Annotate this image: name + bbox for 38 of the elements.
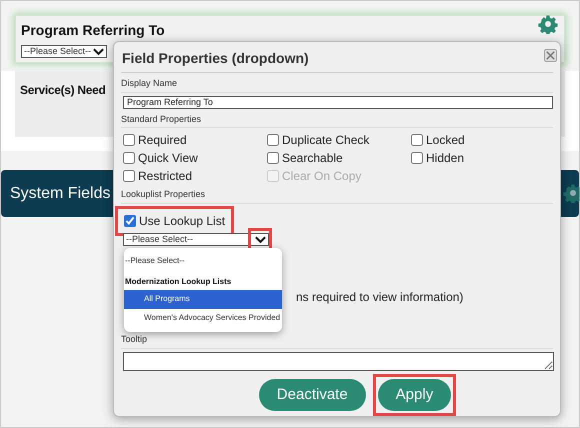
section-label: Lookuplist Properties bbox=[121, 189, 206, 200]
tooltip-field[interactable] bbox=[123, 352, 554, 371]
select-field[interactable]: --Please Select-- bbox=[21, 45, 107, 58]
close-icon[interactable] bbox=[544, 49, 557, 62]
settings-icon[interactable] bbox=[538, 14, 558, 34]
settings-icon[interactable] bbox=[563, 183, 580, 203]
checkbox[interactable] bbox=[411, 134, 423, 146]
checkbox[interactable] bbox=[123, 152, 135, 164]
dropdown-option[interactable]: All Programs bbox=[124, 290, 282, 309]
field-title: Service(s) Need bbox=[20, 82, 106, 99]
checkbox-label: Clear On Copy bbox=[282, 168, 362, 184]
section-label: Standard Properties bbox=[121, 114, 202, 124]
chevron-icon bbox=[93, 48, 104, 56]
checkbox-label: Quick View bbox=[138, 150, 198, 166]
action-button[interactable]: Deactivate bbox=[258, 378, 366, 411]
checkbox[interactable] bbox=[411, 152, 423, 164]
checkbox-label: Required bbox=[138, 132, 187, 148]
group-header: Modernization Lookup Lists bbox=[124, 276, 232, 288]
section-label: Display Name bbox=[121, 78, 178, 88]
section-title: System Fields bbox=[10, 184, 110, 204]
checkbox-label: Locked bbox=[426, 132, 465, 148]
dropdown-option[interactable]: Women's Advocacy Services Provided bbox=[124, 308, 282, 328]
field-title: Program Referring To bbox=[21, 21, 165, 40]
checkbox[interactable] bbox=[267, 152, 279, 164]
checkbox[interactable] bbox=[123, 134, 135, 146]
dropdown-option[interactable]: --Please Select-- bbox=[124, 252, 282, 271]
checkbox-label: Use Lookup List bbox=[139, 212, 226, 230]
text-field[interactable]: Program Referring To bbox=[123, 96, 553, 109]
checkbox-label: Hidden bbox=[426, 150, 464, 166]
checkbox-label: Duplicate Check bbox=[282, 132, 370, 148]
action-button[interactable]: Apply bbox=[378, 378, 452, 411]
checkbox[interactable] bbox=[124, 214, 136, 227]
checkbox[interactable] bbox=[123, 170, 135, 182]
description-text: ns required to view information) bbox=[296, 288, 464, 306]
checkbox[interactable] bbox=[267, 134, 279, 146]
section-label: Tooltip bbox=[121, 334, 148, 344]
checkbox-label: Searchable bbox=[282, 150, 343, 166]
checkbox-label: Restricted bbox=[138, 168, 192, 184]
